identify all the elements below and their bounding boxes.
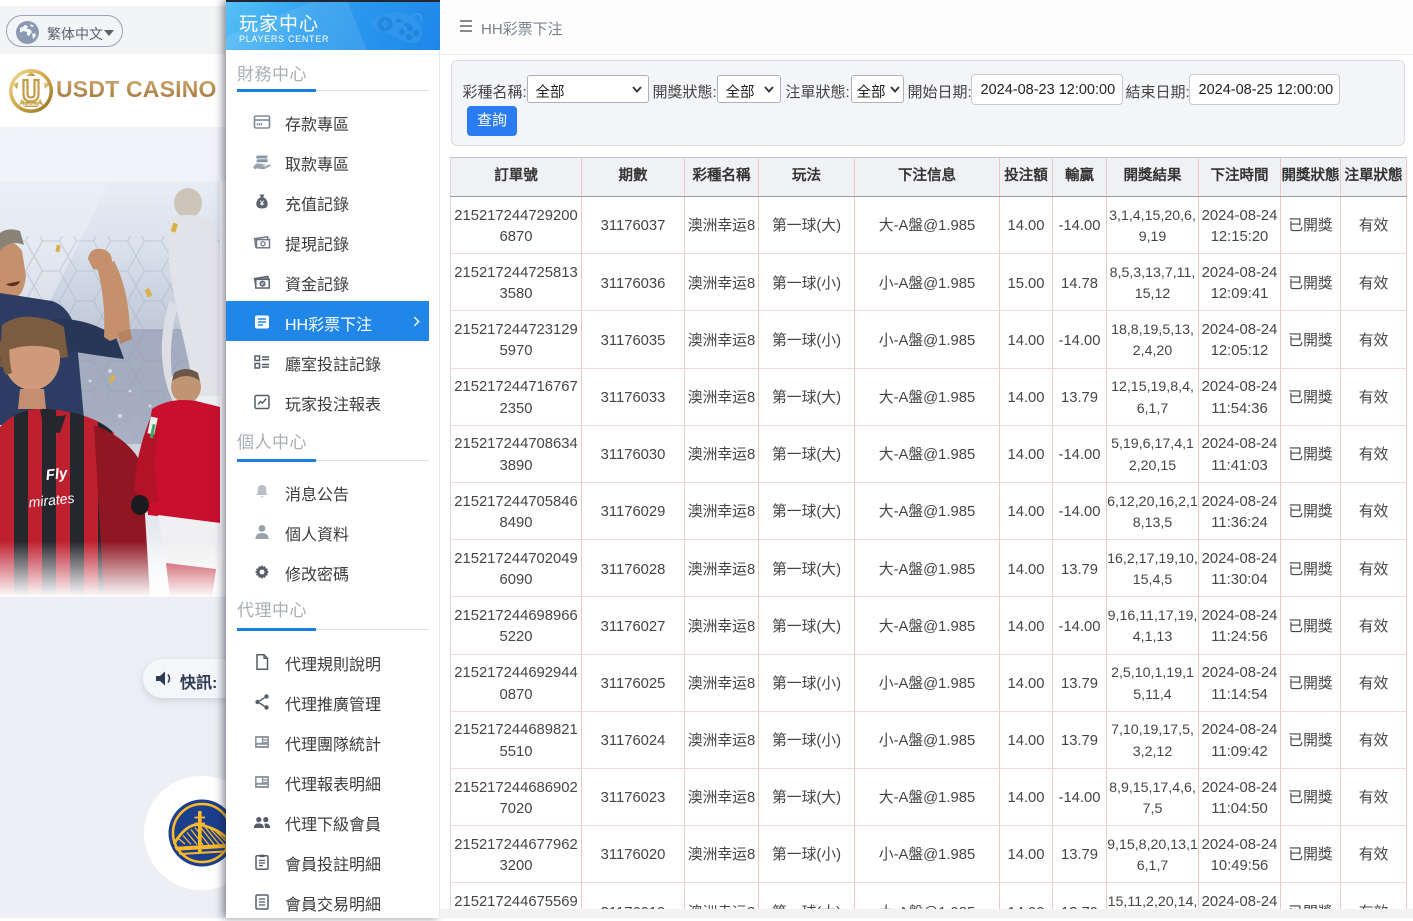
svg-text:CASINO: CASINO xyxy=(24,103,39,107)
svg-text:Fly: Fly xyxy=(45,465,69,484)
svg-text:$: $ xyxy=(261,281,264,287)
